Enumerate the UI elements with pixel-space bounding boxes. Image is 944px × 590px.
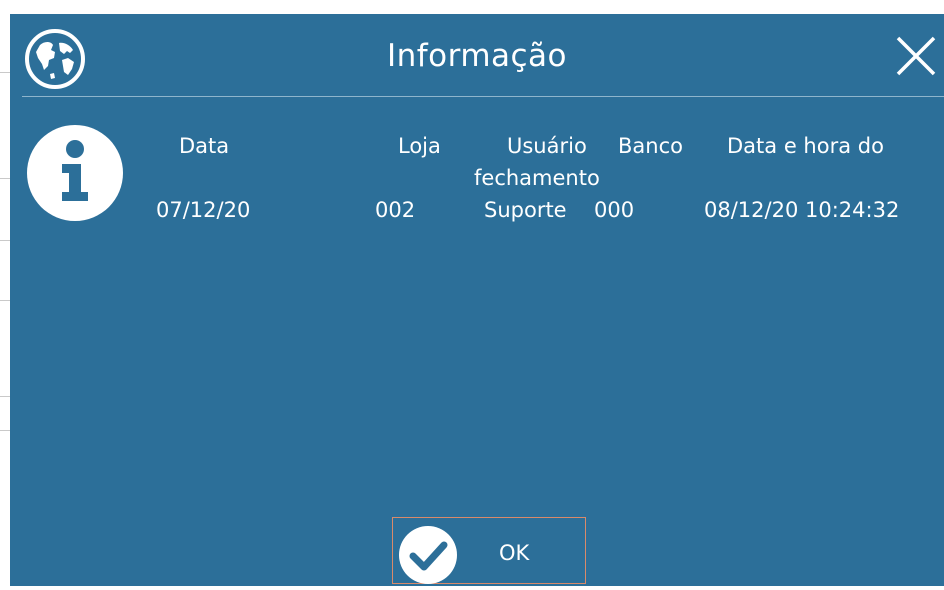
info-icon [26,124,124,222]
background-gridline [0,430,10,431]
title-bar[interactable]: Informação [10,14,944,97]
background-gridline [0,300,10,301]
value-usuario: Suporte [484,198,567,222]
title-divider [22,96,944,97]
background-window-edge [0,0,10,586]
background-gridline [0,178,10,179]
header-data: Data [179,134,230,158]
check-icon [397,524,459,586]
dialog-title: Informação [386,38,568,74]
background-gridline [0,72,10,73]
header-usuario: Usuário [507,134,587,158]
background-gridline [0,396,10,397]
value-data: 07/12/20 [156,198,251,222]
close-button[interactable] [894,34,938,78]
value-data-hora: 08/12/20 10:24:32 [704,198,900,222]
ok-button[interactable]: OK [392,517,586,584]
background-gridline [0,240,10,241]
value-loja: 002 [375,198,416,222]
header-banco: Banco [618,134,683,158]
information-dialog: Informação Data Loja Usuário Banco Data … [10,14,944,586]
value-banco: 000 [594,198,635,222]
header-data-hora: Data e hora do [727,134,884,158]
header-loja: Loja [398,134,441,158]
header-fechamento: fechamento [474,166,600,190]
ok-button-label: OK [499,541,530,565]
close-icon[interactable] [894,34,938,78]
